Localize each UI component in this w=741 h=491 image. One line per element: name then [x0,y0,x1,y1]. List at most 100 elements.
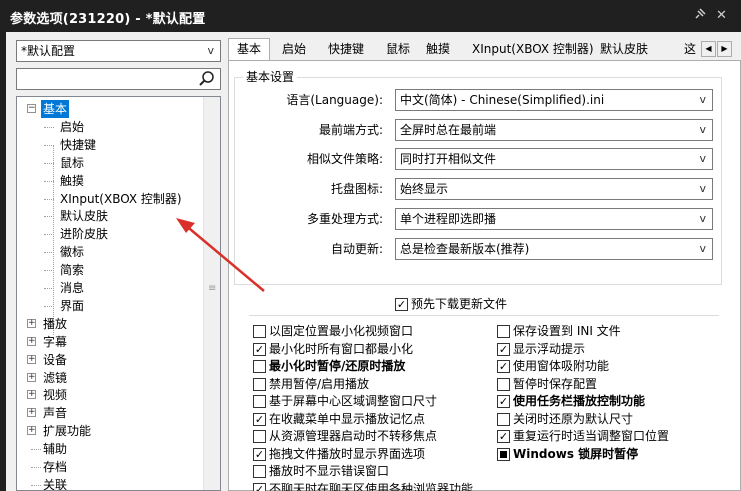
checkbox-box: ✓ [253,447,266,461]
checkbox-box: ✓ [253,482,266,491]
tab[interactable]: 鼠标 [384,40,412,60]
tab[interactable]: 默认皮肤 [598,40,650,60]
tab[interactable]: 启始 [280,40,308,60]
field-label: 托盘图标: [330,182,383,197]
tree-item[interactable]: 存档 [17,458,202,476]
tree-item[interactable]: 启始 [17,118,202,136]
tree-item[interactable]: − 基本 [17,100,202,118]
field-label: 多重处理方式: [306,211,383,226]
tree-item[interactable]: 进阶皮肤 [17,225,202,243]
tree-item[interactable]: 关联 [17,476,202,490]
checkbox-box: ✓ [497,360,510,373]
setting-dropdown[interactable]: 中文(简体) - Chinese(Simplified).ini v [395,89,713,111]
chevron-down-icon: v [699,182,706,196]
tab-scroll-left-icon[interactable]: ◀ [701,41,716,57]
checkbox-box [497,447,510,461]
chevron-down-icon: v [699,93,706,106]
tree-item[interactable]: 快捷键 [17,136,202,154]
tree-item-label: 徽标 [60,245,85,260]
dropdown-value: 单个进程即选即播 [400,211,497,226]
tab[interactable]: 这 [682,40,698,60]
tab-scroll-right-icon[interactable]: ▶ [717,41,732,57]
expand-icon[interactable]: + [27,426,36,436]
settings-tree[interactable]: − 基本 启始 快捷键鼠标触摸 XInput(XBOX 控制器) 默认皮肤进阶皮肤徽标 简索… [16,96,221,491]
setting-dropdown[interactable]: 始终显示 v [395,178,713,201]
close-icon[interactable]: ✕ [716,8,727,23]
expand-icon[interactable]: + [27,318,36,328]
tree-connector [44,288,54,289]
setting-dropdown[interactable]: 全屏时总在最前端 v [395,118,713,141]
option-label: 播放时不显示错误窗口 [269,464,390,478]
expand-icon[interactable]: + [27,354,36,364]
option-label: 在收藏菜单中显示播放记忆点 [269,411,426,426]
tree-item[interactable]: 触摸 [17,172,202,190]
preset-combo[interactable]: *默认配置 v [16,40,221,62]
tree-connector [31,467,41,468]
tree-item[interactable]: 默认皮肤 [17,207,202,225]
setting-dropdown[interactable]: 单个进程即选即播 v [395,207,713,230]
group-legend: 基本设置 [243,68,298,85]
option-label: 使用任务栏播放控制功能 [513,394,646,408]
tree-connector [31,484,41,486]
search-icon[interactable] [198,70,216,88]
title-bar: 参数选项(231220) - *默认配置 ✕ [0,0,741,32]
tree-item-label: 滤镜 [43,370,68,385]
chevron-down-icon: v [699,152,706,166]
tree-connector [31,449,41,451]
tree-item[interactable]: + 扩展功能 [17,422,202,440]
tree-item[interactable]: + 视频 [17,386,202,404]
checkbox-box: ✓ [253,412,266,426]
checkbox-box [497,325,510,338]
tab[interactable]: 快捷键 [326,40,366,60]
option-label: 暂停时保存配置 [513,376,598,391]
tree-item-label: 鼠标 [60,155,85,170]
tree-item-label: 进阶皮肤 [60,227,109,242]
tab[interactable]: 基本 [228,38,271,60]
checkbox-box: ✓ [395,298,408,311]
collapse-icon[interactable]: − [27,104,36,113]
option-label: 最小化时暂停/还原时播放 [269,359,406,373]
tree-item-label: 扩展功能 [43,424,92,439]
window-title: 参数选项(231220) - *默认配置 [10,12,206,27]
tree-item[interactable]: + 字幕 [17,333,202,351]
tree-item[interactable]: XInput(XBOX 控制器) [17,190,202,208]
setting-dropdown[interactable]: 总是检查最新版本(推荐) v [395,237,713,260]
field-label: 相似文件策略: [306,152,383,167]
tree-connector [44,162,54,164]
option-label: 从资源管理器启动时不转移焦点 [269,429,438,443]
tab[interactable]: XInput(XBOX 控制器) [470,40,596,60]
tree-scrollbar[interactable]: ≡ [203,97,220,490]
pin-icon[interactable] [694,8,706,23]
option-label: 不聊天时在聊天区使用各种浏览器功能 [269,481,474,491]
tab[interactable]: 触摸 [424,40,452,60]
expand-icon[interactable]: + [27,390,36,400]
tree-item[interactable]: + 设备 [17,351,202,369]
tree-item[interactable]: 鼠标 [17,154,202,172]
setting-dropdown[interactable]: 同时打开相似文件 v [395,148,713,171]
tree-item-label: 默认皮肤 [60,209,109,224]
expand-icon[interactable]: + [27,372,36,382]
tree-item[interactable]: + 播放 [17,315,202,333]
tree-item[interactable]: 徽标 [17,243,202,261]
tree-item-label: XInput(XBOX 控制器) [60,191,182,206]
tree-connector [44,126,54,128]
tree-item-label: 快捷键 [60,137,97,152]
dropdown-value: 始终显示 [400,182,449,197]
option-label: 以固定位置最小化视频窗口 [269,324,414,338]
search-input[interactable] [16,68,221,90]
tree-item[interactable]: 辅助 [17,440,202,458]
tree-item[interactable]: 消息 [17,279,202,297]
checkbox-box [497,412,510,426]
tree-item[interactable]: + 声音 [17,404,202,422]
checkbox-box: ✓ [497,395,510,408]
field-label: 语言(Language): [286,93,383,107]
option-label: 禁用暂停/启用播放 [269,376,370,391]
tree-item[interactable]: 简索 [17,261,202,279]
expand-icon[interactable]: + [27,408,36,418]
tree-connector [44,180,54,182]
tree-item[interactable]: + 滤镜 [17,369,202,387]
tree-item[interactable]: 界面 [17,297,202,315]
field-label: 最前端方式: [318,122,383,137]
option-label: Windows 锁屏时暂停 [513,446,639,461]
expand-icon[interactable]: + [27,336,36,346]
